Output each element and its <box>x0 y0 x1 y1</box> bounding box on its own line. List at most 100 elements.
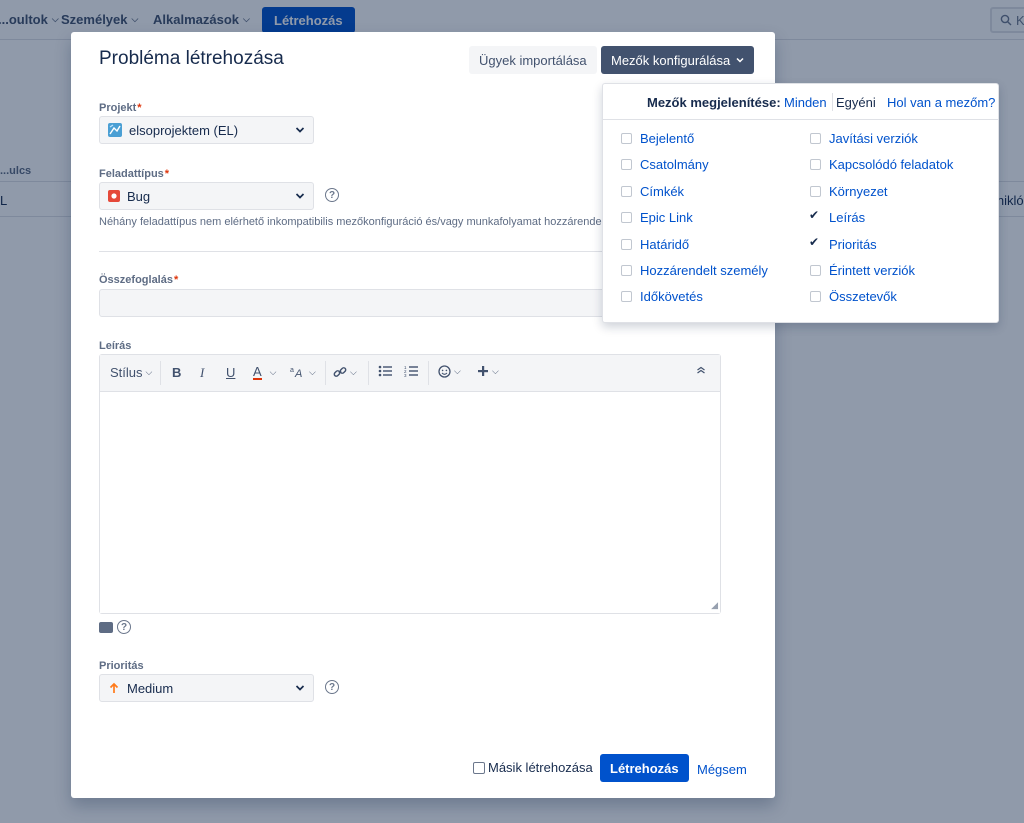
field-option[interactable]: Leírás <box>809 208 866 226</box>
checkbox-icon[interactable] <box>810 185 821 197</box>
show-fields-label: Mezők megjelenítése: <box>647 95 781 110</box>
field-option-label: Környezet <box>829 183 888 199</box>
field-option[interactable]: Határidő <box>621 237 689 252</box>
chevron-down-icon <box>295 685 305 691</box>
field-option[interactable]: Összetevők <box>810 289 897 304</box>
resize-handle-icon[interactable]: ◢ <box>711 600 718 611</box>
field-option[interactable]: Epic Link <box>621 210 693 225</box>
insert-more-button[interactable]: ⌵ <box>477 365 499 377</box>
chevron-down-icon: ⌵ <box>309 366 316 377</box>
issue-type-value: Bug <box>127 188 151 204</box>
checkbox-icon[interactable] <box>621 212 632 224</box>
chevron-down-icon: ⌵ <box>145 367 153 377</box>
field-option[interactable]: Hozzárendelt személy <box>621 263 768 278</box>
checkbox-icon[interactable] <box>621 238 632 250</box>
style-label: Stílus <box>110 365 143 380</box>
field-option-label: Kapcsolódó feladatok <box>829 157 954 173</box>
checkbox-icon[interactable] <box>810 159 821 171</box>
toolbar-separator <box>325 361 326 385</box>
chevron-down-icon <box>736 57 744 63</box>
toolbar-separator <box>428 361 429 385</box>
create-another-checkbox[interactable]: Másik létrehozása <box>473 760 593 775</box>
field-option[interactable]: Csatolmány <box>621 157 709 172</box>
editor-toolbar: Stílus ⌵ B I U A ⌵ aA ⌵ ⌵ 123 ⌵ ⌵ <box>100 355 720 392</box>
create-another-label: Másik létrehozása <box>488 760 593 775</box>
checkbox-icon[interactable] <box>621 291 632 303</box>
project-label: Projekt* <box>99 102 142 114</box>
chevron-down-icon <box>295 193 305 199</box>
description-textarea[interactable]: ◢ <box>100 392 720 613</box>
field-option[interactable]: Kapcsolódó feladatok <box>810 157 953 172</box>
field-option[interactable]: Környezet <box>810 184 888 199</box>
create-button[interactable]: Létrehozás <box>600 754 689 782</box>
priority-value: Medium <box>127 680 174 696</box>
field-option[interactable]: Prioritás <box>809 235 877 252</box>
field-option-label: Időkövetés <box>640 289 703 305</box>
help-icon[interactable]: ? <box>325 188 339 202</box>
help-icon[interactable]: ? <box>117 620 131 634</box>
emoji-button[interactable]: ⌵ <box>438 365 461 378</box>
required-marker: * <box>137 102 142 114</box>
link-button[interactable]: ⌵ <box>333 365 357 379</box>
field-option-label: Érintett verziók <box>829 263 915 278</box>
text-formatting-button[interactable]: aA ⌵ <box>290 365 316 380</box>
field-option[interactable]: Címkék <box>621 184 684 199</box>
chevron-down-icon: ⌵ <box>492 365 499 376</box>
bullet-list-icon <box>378 365 392 377</box>
style-dropdown[interactable]: Stílus ⌵ <box>110 365 152 380</box>
import-issues-label: Ügyek importálása <box>479 52 587 68</box>
issue-type-select[interactable]: Bug <box>99 182 314 210</box>
field-option[interactable]: Javítási verziók <box>810 131 918 146</box>
checkbox[interactable] <box>473 761 485 774</box>
editor-footer: ? <box>99 620 131 634</box>
numbered-list-button[interactable]: 123 <box>404 365 418 377</box>
issue-type-label-text: Feladattípus <box>99 168 164 180</box>
numbered-list-icon: 123 <box>404 365 418 377</box>
where-is-my-field-link[interactable]: Hol van a mezőm? <box>887 95 995 110</box>
checkbox-icon[interactable] <box>621 265 632 276</box>
summary-label-text: Összefoglalás <box>99 274 173 286</box>
checkbox-checked-icon[interactable] <box>809 235 821 250</box>
bold-button[interactable]: B <box>172 365 181 380</box>
chevron-down-icon: ⌵ <box>269 367 277 377</box>
checkbox-icon[interactable] <box>621 185 632 197</box>
toolbar-separator <box>368 361 369 385</box>
configure-fields-button[interactable]: Mezők konfigurálása <box>601 46 755 74</box>
checkbox-icon[interactable] <box>810 133 821 144</box>
description-label: Leírás <box>99 340 132 352</box>
field-option-label: Hozzárendelt személy <box>640 263 768 278</box>
checkbox-icon[interactable] <box>810 291 821 303</box>
checkbox-icon[interactable] <box>810 265 821 276</box>
svg-text:a: a <box>290 367 294 374</box>
collapse-toolbar-button[interactable] <box>696 365 706 375</box>
checkbox-icon[interactable] <box>621 133 632 144</box>
help-icon[interactable]: ? <box>325 680 339 694</box>
cancel-link[interactable]: Mégsem <box>697 762 747 777</box>
bullet-list-button[interactable] <box>378 365 392 377</box>
underline-button[interactable]: U <box>226 365 235 380</box>
italic-button[interactable]: I <box>200 365 204 381</box>
checkbox-checked-icon[interactable] <box>809 208 821 223</box>
import-issues-button[interactable]: Ügyek importálása <box>469 46 597 74</box>
project-value: elsoprojektem (EL) <box>129 122 239 138</box>
text-color-button[interactable]: A ⌵ <box>253 365 277 380</box>
field-option[interactable]: Érintett verziók <box>810 263 915 278</box>
field-option-label: Javítási verziók <box>829 131 918 146</box>
field-option-label: Leírás <box>829 210 866 226</box>
project-avatar-icon <box>108 123 122 137</box>
folder-icon[interactable] <box>99 621 113 633</box>
project-select[interactable]: elsoprojektem (EL) <box>99 116 314 144</box>
field-option[interactable]: Bejelentő <box>621 131 694 146</box>
show-all-fields-option[interactable]: Minden <box>784 95 827 110</box>
text-formatting-icon: aA <box>290 367 302 379</box>
issue-type-hint: Néhány feladattípus nem elérhető inkompa… <box>99 216 614 228</box>
create-button-label: Létrehozás <box>610 760 679 776</box>
field-option-label: Összetevők <box>829 289 897 305</box>
show-custom-fields-option[interactable]: Egyéni <box>836 95 876 110</box>
priority-select[interactable]: Medium <box>99 674 314 702</box>
field-option[interactable]: Időkövetés <box>621 289 703 304</box>
checkbox-icon[interactable] <box>621 159 632 171</box>
field-option-label: Csatolmány <box>640 157 709 173</box>
configure-fields-label: Mezők konfigurálása <box>611 52 731 68</box>
description-editor: Stílus ⌵ B I U A ⌵ aA ⌵ ⌵ 123 ⌵ ⌵ ◢ <box>99 354 721 614</box>
